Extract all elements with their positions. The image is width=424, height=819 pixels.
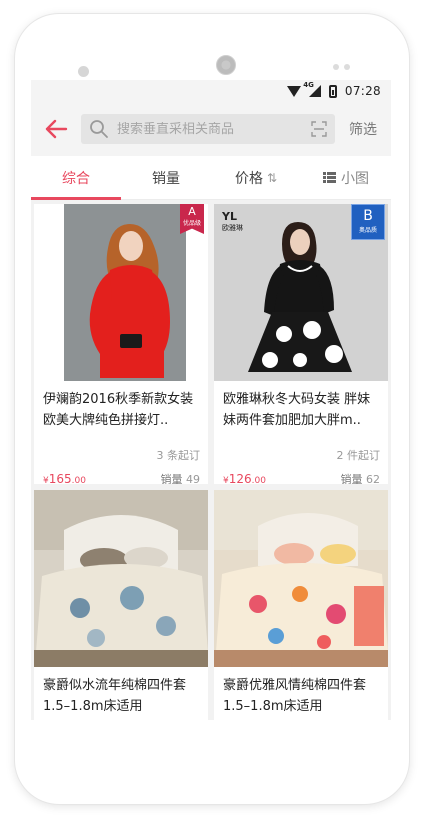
product-card[interactable]: 豪爵似水流年纯棉四件套1.5–1.8m床适用 [34, 490, 208, 720]
status-bar: 4G 07:28 [31, 80, 391, 102]
front-camera [216, 55, 236, 75]
min-order: 3 条起订 [156, 449, 201, 462]
badge-letter: B [363, 208, 373, 224]
price-decimal: .00 [251, 476, 266, 484]
badge-letter: A [188, 205, 196, 218]
bedding-photo [34, 490, 208, 667]
badge-text: 奥品质 [358, 227, 377, 234]
brand-logo: YL 欧雅琳 [222, 210, 243, 233]
list-view-icon [323, 172, 336, 183]
tab-price[interactable]: 价格 ⇅ [211, 156, 301, 199]
clock: 07:28 [344, 84, 381, 98]
product-title: 豪爵似水流年纯棉四件套1.5–1.8m床适用 [43, 678, 187, 714]
filter-button[interactable]: 筛选 [335, 119, 391, 139]
search-box[interactable] [81, 114, 335, 144]
product-title: 伊斓韵2016秋季新款女装欧美大牌纯色拼接灯.. [43, 392, 194, 428]
product-image: A 优品级 [34, 204, 208, 381]
battery-icon [328, 84, 337, 98]
min-order: 2 件起订 [336, 449, 381, 462]
sales-label: 销量 [160, 473, 183, 484]
sales-value: 62 [366, 473, 380, 484]
search-header: 筛选 [31, 102, 391, 156]
product-image [34, 490, 208, 667]
price-integer: 126 [228, 472, 252, 484]
price-integer: 165 [48, 472, 72, 484]
product-image [214, 490, 388, 667]
bedding-photo [214, 490, 388, 667]
product-card[interactable]: A 优品级 伊斓韵2016秋季新款女装欧美大牌纯色拼接灯.. 3 条起订 ¥16… [34, 204, 208, 484]
sort-tabs: 综合 销量 价格 ⇅ 小图 [31, 156, 391, 200]
wifi-icon [286, 85, 301, 97]
tab-label: 小图 [341, 170, 369, 187]
product-title: 豪爵优雅风情纯棉四件套1.5–1.8m床适用 [223, 678, 367, 714]
product-grid: A 优品级 伊斓韵2016秋季新款女装欧美大牌纯色拼接灯.. 3 条起订 ¥16… [34, 204, 388, 720]
badge-b: B 奥品质 [351, 204, 385, 240]
proximity-sensor [78, 66, 89, 77]
brand-name: 欧雅琳 [222, 224, 243, 232]
product-card[interactable]: YL 欧雅琳 B 奥品质 欧雅琳秋冬大码女装 胖妹妹两件套加肥加大胖m.. 2 … [214, 204, 388, 484]
sensor-dot [344, 64, 350, 70]
sales-value: 49 [186, 473, 200, 484]
tab-label: 价格 [234, 170, 263, 187]
back-arrow-icon [45, 119, 68, 139]
product-image: YL 欧雅琳 B 奥品质 [214, 204, 388, 381]
tab-label: 综合 [62, 170, 90, 187]
product-price: ¥126.00 [223, 472, 266, 484]
product-card[interactable]: 豪爵优雅风情纯棉四件套1.5–1.8m床适用 [214, 490, 388, 720]
network-type: 4G [303, 81, 314, 89]
sort-arrows-icon: ⇅ [266, 170, 278, 185]
app-screen: 4G 07:28 筛选 综合 销量 价格 [31, 80, 391, 720]
product-title: 欧雅琳秋冬大码女装 胖妹妹两件套加肥加大胖m.. [223, 392, 371, 428]
search-input[interactable] [117, 121, 311, 137]
scan-icon[interactable] [311, 121, 327, 137]
tab-comprehensive[interactable]: 综合 [31, 156, 121, 200]
sales-count: 销量 49 [161, 471, 201, 484]
product-price: ¥165.00 [43, 472, 86, 484]
badge-text: 优品级 [182, 220, 201, 227]
price-decimal: .00 [71, 476, 86, 484]
tab-label: 销量 [152, 170, 180, 187]
sales-label: 销量 [340, 473, 363, 484]
brand-mark: YL [222, 210, 237, 223]
sales-count: 销量 62 [341, 471, 381, 484]
tab-small-view[interactable]: 小图 [301, 156, 391, 199]
tab-sales[interactable]: 销量 [121, 156, 211, 199]
back-button[interactable] [31, 102, 81, 156]
search-icon [90, 120, 108, 138]
cell-signal-icon: 4G [303, 81, 321, 97]
sensor-dot [333, 64, 339, 70]
